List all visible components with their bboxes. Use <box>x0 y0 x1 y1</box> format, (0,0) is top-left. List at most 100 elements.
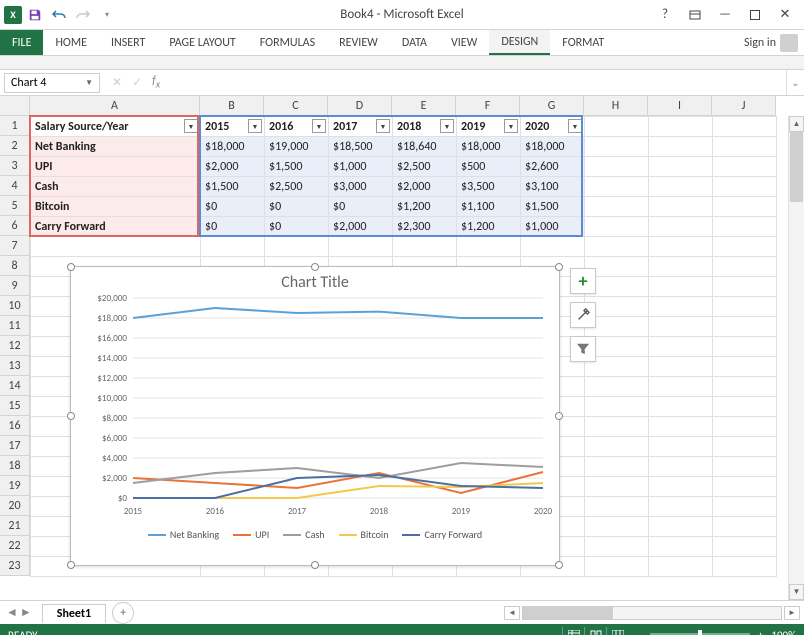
cells[interactable]: Salary Source/Year▼2015▼2016▼2017▼2018▼2… <box>30 116 804 600</box>
cell[interactable]: $2,000 <box>393 177 457 197</box>
cell[interactable]: $0 <box>201 197 265 217</box>
cell[interactable] <box>649 337 713 357</box>
cell[interactable]: $3,100 <box>521 177 585 197</box>
cell[interactable] <box>585 537 649 557</box>
cell[interactable] <box>649 217 713 237</box>
help-button[interactable]: ? <box>652 4 678 26</box>
cell[interactable] <box>649 197 713 217</box>
cell[interactable] <box>649 397 713 417</box>
cell[interactable]: $2,000 <box>329 217 393 237</box>
cell[interactable] <box>585 217 649 237</box>
tab-home[interactable]: HOME <box>43 30 99 55</box>
cell[interactable] <box>585 557 649 577</box>
tab-page-layout[interactable]: PAGE LAYOUT <box>157 30 247 55</box>
tab-view[interactable]: VIEW <box>439 30 489 55</box>
zoom-in-button[interactable]: + <box>758 629 763 635</box>
cell[interactable]: 2016▼ <box>265 117 329 137</box>
cell[interactable] <box>713 137 777 157</box>
cell[interactable] <box>585 137 649 157</box>
cell[interactable]: $18,640 <box>393 137 457 157</box>
cell[interactable]: $0 <box>265 217 329 237</box>
horizontal-scrollbar[interactable]: ◄ ► <box>134 606 804 620</box>
cell[interactable] <box>585 237 649 257</box>
cell[interactable] <box>201 237 265 257</box>
column-header[interactable]: H <box>584 96 648 116</box>
resize-handle[interactable] <box>311 561 319 569</box>
cell[interactable] <box>457 237 521 257</box>
cell[interactable]: Carry Forward <box>31 217 201 237</box>
row-header[interactable]: 19 <box>0 476 30 496</box>
cell[interactable] <box>585 457 649 477</box>
redo-button[interactable] <box>72 4 94 26</box>
scroll-thumb[interactable] <box>523 607 613 619</box>
row-header[interactable]: 4 <box>0 176 30 196</box>
cell[interactable] <box>713 417 777 437</box>
cell[interactable] <box>649 117 713 137</box>
cell[interactable]: UPI <box>31 157 201 177</box>
cell[interactable] <box>713 277 777 297</box>
cell[interactable]: $1,500 <box>201 177 265 197</box>
row-header[interactable]: 6 <box>0 216 30 236</box>
cell[interactable]: 2018▼ <box>393 117 457 137</box>
cell[interactable]: $18,000 <box>457 137 521 157</box>
filter-dropdown-button[interactable]: ▼ <box>568 119 582 133</box>
sign-in-link[interactable]: Sign in <box>744 36 776 50</box>
cell[interactable]: $1,200 <box>457 217 521 237</box>
cell[interactable]: $2,600 <box>521 157 585 177</box>
cell[interactable] <box>713 377 777 397</box>
cell[interactable] <box>713 397 777 417</box>
cell[interactable] <box>713 557 777 577</box>
close-button[interactable]: ✕ <box>772 4 798 26</box>
cell[interactable] <box>713 217 777 237</box>
cell[interactable]: $3,000 <box>329 177 393 197</box>
cell[interactable] <box>713 477 777 497</box>
cell[interactable] <box>649 457 713 477</box>
cell[interactable] <box>649 417 713 437</box>
column-header[interactable]: G <box>520 96 584 116</box>
sheet-nav-prev[interactable]: ◄ <box>6 605 18 620</box>
resize-handle[interactable] <box>67 263 75 271</box>
cell[interactable] <box>713 317 777 337</box>
cell[interactable] <box>713 177 777 197</box>
row-header[interactable]: 2 <box>0 136 30 156</box>
cell[interactable] <box>713 537 777 557</box>
cell[interactable] <box>713 237 777 257</box>
cell[interactable] <box>713 337 777 357</box>
cell[interactable] <box>713 157 777 177</box>
legend-item[interactable]: Cash <box>283 528 324 541</box>
cell[interactable] <box>649 497 713 517</box>
qat-customize-button[interactable]: ▾ <box>96 4 118 26</box>
tab-file[interactable]: FILE <box>0 30 43 55</box>
resize-handle[interactable] <box>555 561 563 569</box>
row-header[interactable]: 20 <box>0 496 30 516</box>
sheet-nav-next[interactable]: ► <box>20 605 32 620</box>
undo-button[interactable] <box>48 4 70 26</box>
cell[interactable] <box>585 437 649 457</box>
cell[interactable]: 2015▼ <box>201 117 265 137</box>
chart-title[interactable]: Chart Title <box>71 267 559 294</box>
cell[interactable]: $500 <box>457 157 521 177</box>
cancel-icon[interactable]: ✕ <box>112 75 122 90</box>
cell[interactable] <box>649 297 713 317</box>
row-header[interactable]: 10 <box>0 296 30 316</box>
legend-item[interactable]: UPI <box>233 528 269 541</box>
tab-review[interactable]: REVIEW <box>327 30 390 55</box>
scroll-left-button[interactable]: ◄ <box>504 606 520 620</box>
cell[interactable]: $1,500 <box>521 197 585 217</box>
chevron-down-icon[interactable]: ▼ <box>85 78 93 88</box>
chart-styles-button[interactable] <box>570 302 596 328</box>
cell[interactable]: $0 <box>265 197 329 217</box>
filter-dropdown-button[interactable]: ▼ <box>376 119 390 133</box>
row-header[interactable]: 21 <box>0 516 30 536</box>
cell[interactable]: 2019▼ <box>457 117 521 137</box>
cell[interactable] <box>585 417 649 437</box>
cell[interactable] <box>713 517 777 537</box>
filter-dropdown-button[interactable]: ▼ <box>312 119 326 133</box>
cell[interactable] <box>585 117 649 137</box>
page-layout-view-button[interactable] <box>584 627 606 635</box>
scroll-up-button[interactable]: ▲ <box>789 116 804 132</box>
new-sheet-button[interactable]: + <box>112 602 134 624</box>
column-header[interactable]: J <box>712 96 776 116</box>
row-header[interactable]: 11 <box>0 316 30 336</box>
resize-handle[interactable] <box>311 263 319 271</box>
